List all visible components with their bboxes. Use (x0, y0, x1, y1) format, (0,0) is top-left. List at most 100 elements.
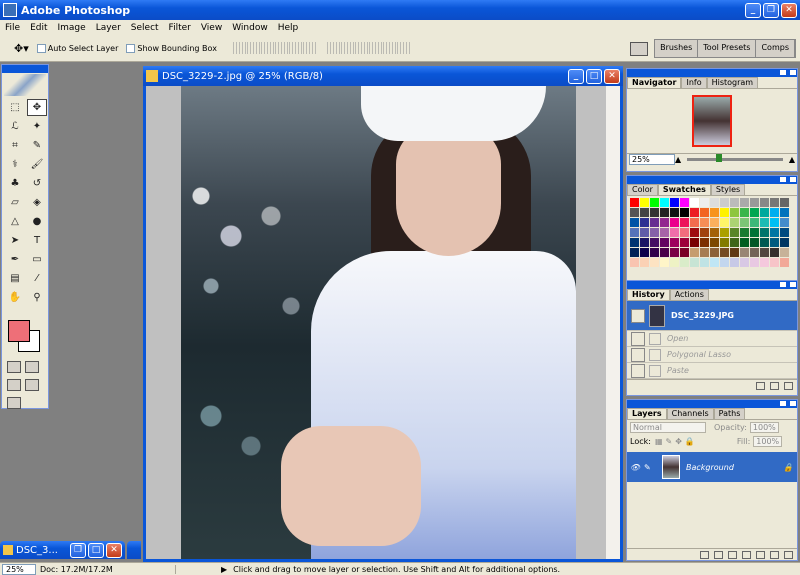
swatch-4-15[interactable] (780, 238, 789, 247)
move-tool-icon[interactable]: ✥ (27, 99, 47, 116)
screen-mode-standard-icon[interactable] (7, 379, 21, 391)
swatch-4-5[interactable] (680, 238, 689, 247)
new-document-from-state-icon[interactable] (756, 381, 765, 390)
menu-view[interactable]: View (196, 23, 227, 33)
swatch-1-6[interactable] (690, 208, 699, 217)
swatch-3-0[interactable] (630, 228, 639, 237)
status-zoom-field[interactable]: 25% (2, 563, 36, 575)
align-right-icon[interactable] (302, 42, 316, 54)
mini-maximize-button[interactable]: □ (88, 542, 104, 558)
swatch-3-7[interactable] (700, 228, 709, 237)
lock-transparency-icon[interactable]: ▦ (655, 437, 663, 446)
zoom-slider-thumb[interactable] (715, 154, 722, 162)
menu-window[interactable]: Window (227, 23, 273, 33)
swatch-5-1[interactable] (640, 248, 649, 257)
swatch-6-9[interactable] (720, 258, 729, 267)
marquee-tool-icon[interactable]: ⬚ (5, 99, 25, 116)
panel-title-bar[interactable] (627, 69, 797, 77)
swatch-2-4[interactable] (670, 218, 679, 227)
panel-close-icon[interactable] (789, 281, 797, 288)
panel-title-bar[interactable] (627, 400, 797, 408)
distribute-top-icon[interactable] (326, 42, 340, 54)
distribute-vcenter-icon[interactable] (340, 42, 354, 54)
lock-image-icon[interactable]: ✎ (666, 437, 673, 446)
new-layer-icon[interactable] (770, 550, 779, 559)
swatch-4-10[interactable] (730, 238, 739, 247)
distribute-buttons[interactable] (326, 42, 411, 54)
swatch-4-4[interactable] (670, 238, 679, 247)
clone-stamp-tool-icon[interactable]: ♣ (5, 175, 25, 192)
swatch-4-6[interactable] (690, 238, 699, 247)
swatch-2-0[interactable] (630, 218, 639, 227)
swatch-3-12[interactable] (750, 228, 759, 237)
swatch-2-5[interactable] (680, 218, 689, 227)
fill-field[interactable]: 100% (753, 435, 783, 447)
swatch-6-14[interactable] (770, 258, 779, 267)
swatch-4-3[interactable] (660, 238, 669, 247)
magic-wand-tool-icon[interactable]: ✦ (27, 118, 47, 135)
layer-mask-icon[interactable] (728, 550, 737, 559)
align-hcenter-icon[interactable] (288, 42, 302, 54)
swatch-4-13[interactable] (760, 238, 769, 247)
doc-close-button[interactable]: ✕ (604, 68, 620, 84)
swatch-6-10[interactable] (730, 258, 739, 267)
toolbox-title-bar[interactable] (2, 65, 48, 73)
swatch-2-7[interactable] (700, 218, 709, 227)
zoom-slider[interactable] (687, 154, 783, 162)
swatch-6-6[interactable] (690, 258, 699, 267)
swatch-4-1[interactable] (640, 238, 649, 247)
swatch-5-12[interactable] (750, 248, 759, 257)
swatch-5-8[interactable] (710, 248, 719, 257)
swatch-1-4[interactable] (670, 208, 679, 217)
swatch-grid[interactable] (627, 196, 797, 269)
align-top-icon[interactable] (232, 42, 246, 54)
swatch-6-1[interactable] (640, 258, 649, 267)
swatch-0-7[interactable] (700, 198, 709, 207)
history-snapshot[interactable]: DSC_3229.JPG (627, 301, 797, 331)
healing-brush-tool-icon[interactable]: ⚕ (5, 156, 25, 173)
delete-layer-icon[interactable] (784, 550, 793, 559)
lasso-tool-icon[interactable]: ℒ (5, 118, 25, 135)
swatch-5-0[interactable] (630, 248, 639, 257)
distribute-left-icon[interactable] (368, 42, 382, 54)
swatch-4-7[interactable] (700, 238, 709, 247)
swatch-1-12[interactable] (750, 208, 759, 217)
swatch-0-10[interactable] (730, 198, 739, 207)
swatch-3-10[interactable] (730, 228, 739, 237)
swatch-2-10[interactable] (730, 218, 739, 227)
swatch-2-11[interactable] (740, 218, 749, 227)
tab-swatches[interactable]: Swatches (657, 184, 711, 195)
swatch-3-9[interactable] (720, 228, 729, 237)
swatch-6-5[interactable] (680, 258, 689, 267)
show-bounding-box-checkbox[interactable]: Show Bounding Box (126, 43, 217, 53)
swatch-1-2[interactable] (650, 208, 659, 217)
swatch-6-4[interactable] (670, 258, 679, 267)
swatch-4-2[interactable] (650, 238, 659, 247)
layer-visibility-eye-icon[interactable]: 👁 (630, 463, 644, 472)
history-state[interactable]: Open (627, 331, 797, 347)
panel-title-bar[interactable] (627, 281, 797, 289)
color-picker[interactable] (2, 314, 48, 358)
swatch-1-11[interactable] (740, 208, 749, 217)
vertical-scrollbar[interactable] (606, 86, 620, 559)
checkbox-box[interactable] (126, 43, 136, 53)
file-browser-icon[interactable] (630, 42, 648, 56)
swatch-6-0[interactable] (630, 258, 639, 267)
tab-info[interactable]: Info (681, 77, 707, 88)
swatch-0-14[interactable] (770, 198, 779, 207)
swatch-2-12[interactable] (750, 218, 759, 227)
swatch-5-4[interactable] (670, 248, 679, 257)
close-button[interactable]: ✕ (781, 2, 797, 18)
distribute-bottom-icon[interactable] (354, 42, 368, 54)
swatch-3-8[interactable] (710, 228, 719, 237)
photo-canvas[interactable] (181, 86, 576, 559)
screen-mode-full-menu-icon[interactable] (25, 379, 39, 391)
swatch-5-6[interactable] (690, 248, 699, 257)
tab-navigator[interactable]: Navigator (627, 77, 682, 88)
lock-all-icon[interactable]: 🔒 (685, 437, 695, 446)
panel-minimize-icon[interactable] (779, 69, 787, 76)
swatch-5-5[interactable] (680, 248, 689, 257)
delete-state-icon[interactable] (784, 381, 793, 390)
history-brush-source-icon[interactable] (631, 331, 645, 346)
align-bottom-icon[interactable] (260, 42, 274, 54)
